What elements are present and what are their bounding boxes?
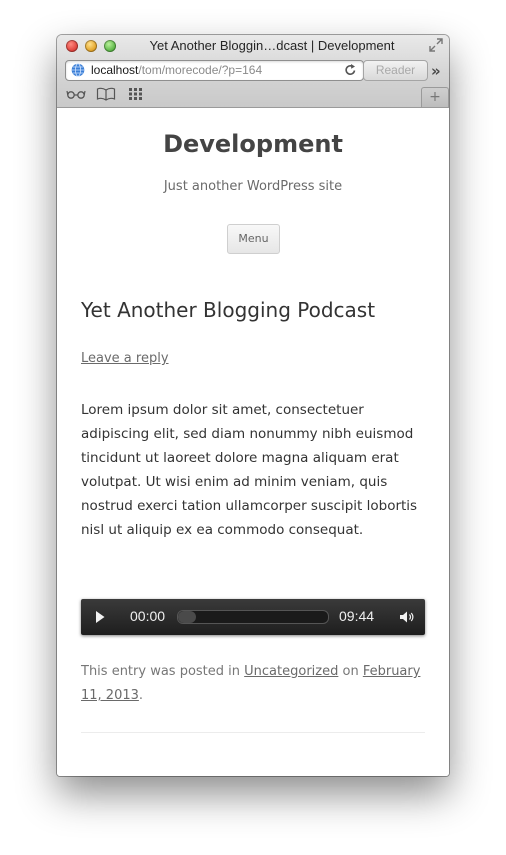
duration: 09:44 — [339, 608, 375, 624]
site-title[interactable]: Development — [57, 130, 449, 158]
volume-icon[interactable] — [399, 610, 415, 624]
page-content: Development Just another WordPress site … — [57, 108, 449, 776]
meta-suffix: . — [138, 688, 144, 703]
close-window-button[interactable] — [66, 40, 78, 52]
reading-list-icon[interactable] — [66, 87, 86, 101]
content-divider — [81, 732, 425, 733]
meta-prefix: This entry was posted in — [81, 664, 245, 679]
site-description: Just another WordPress site — [163, 179, 343, 194]
top-sites-icon[interactable] — [126, 87, 146, 101]
url-text: localhost/tom/morecode/?p=164 — [91, 63, 262, 77]
zoom-window-button[interactable] — [104, 40, 116, 52]
fullscreen-icon[interactable] — [429, 38, 443, 52]
seek-bar-loaded — [178, 611, 196, 623]
window-title: Yet Another Bloggin…dcast | Development — [149, 38, 395, 53]
bookmarks-icon[interactable] — [96, 87, 116, 101]
toolbar-overflow-icon[interactable]: » — [431, 62, 441, 80]
seek-bar[interactable] — [177, 610, 329, 624]
address-bar[interactable]: localhost/tom/morecode/?p=164 — [65, 60, 364, 81]
reader-button[interactable]: Reader — [363, 60, 428, 81]
browser-window: Yet Another Bloggin…dcast | Development … — [57, 35, 449, 776]
browser-chrome: Yet Another Bloggin…dcast | Development … — [57, 35, 449, 108]
post-title: Yet Another Blogging Podcast — [81, 298, 376, 322]
new-tab-button[interactable]: + — [421, 87, 449, 107]
globe-icon — [71, 63, 85, 77]
entry-meta: This entry was posted in Uncategorized o… — [81, 660, 431, 708]
minimize-window-button[interactable] — [85, 40, 97, 52]
audio-player: 00:00 09:44 — [81, 599, 425, 635]
reload-icon[interactable] — [344, 63, 357, 77]
current-time: 00:00 — [130, 608, 166, 624]
play-icon[interactable] — [95, 610, 105, 624]
url-path: /tom/morecode/?p=164 — [138, 63, 263, 77]
menu-button[interactable]: Menu — [227, 224, 280, 254]
url-host: localhost — [91, 63, 139, 77]
post-body: Lorem ipsum dolor sit amet, consectetuer… — [81, 402, 418, 538]
leave-reply-link[interactable]: Leave a reply — [81, 351, 169, 366]
meta-middle: on — [338, 664, 363, 679]
category-link[interactable]: Uncategorized — [244, 664, 338, 679]
window-controls — [66, 40, 116, 52]
